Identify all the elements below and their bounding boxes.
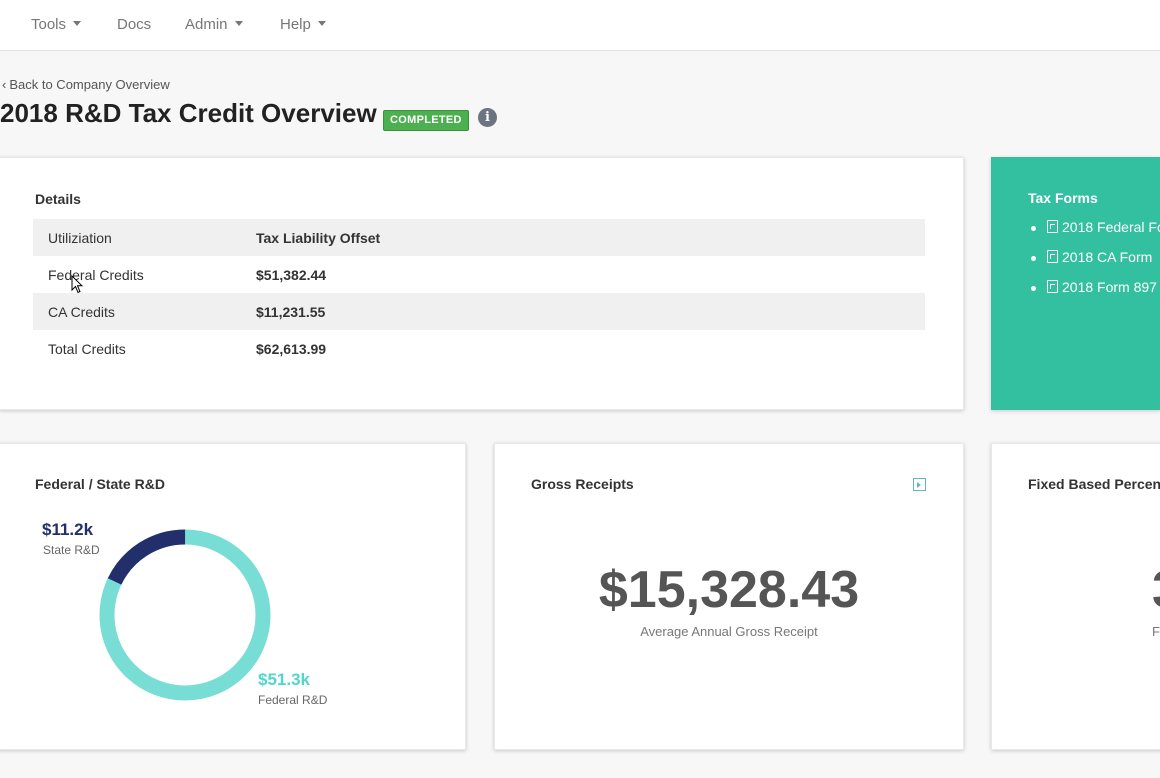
fixed-based-card: Fixed Based Percent 3 F bbox=[991, 443, 1160, 750]
caret-down-icon bbox=[73, 21, 82, 26]
top-navbar: Tools Docs Admin Help bbox=[0, 0, 1160, 51]
table-row: CA Credits $11,231.55 bbox=[33, 293, 925, 330]
row-label: CA Credits bbox=[33, 293, 256, 330]
nav-tools-label: Tools bbox=[31, 16, 67, 33]
nav-help[interactable]: Help bbox=[280, 16, 326, 33]
info-icon[interactable]: i bbox=[478, 108, 497, 127]
tax-forms-list: 2018 Federal Fo 2018 CA Form 2018 Form 8… bbox=[1031, 219, 1160, 309]
tax-form-label: 2018 Form 897 bbox=[1062, 279, 1157, 295]
federal-state-card: Federal / State R&D $11.2k State R&D $51… bbox=[0, 443, 466, 750]
tax-form-label: 2018 Federal Fo bbox=[1062, 219, 1160, 235]
caret-down-icon bbox=[234, 21, 243, 26]
federal-name-label: Federal R&D bbox=[258, 693, 328, 707]
gross-receipts-card: Gross Receipts $15,328.43 Average Annual… bbox=[494, 443, 964, 750]
donut-chart bbox=[99, 529, 271, 701]
federal-state-title: Federal / State R&D bbox=[35, 476, 165, 492]
row-value: $11,231.55 bbox=[256, 293, 925, 330]
nav-docs[interactable]: Docs bbox=[117, 16, 151, 33]
state-name-label: State R&D bbox=[43, 543, 100, 557]
federal-value-label: $51.3k bbox=[258, 670, 310, 689]
pdf-file-icon bbox=[1047, 250, 1058, 263]
gross-receipts-caption: Average Annual Gross Receipt bbox=[640, 624, 818, 639]
state-value-label: $11.2k bbox=[42, 520, 94, 539]
row-label: Total Credits bbox=[48, 340, 126, 357]
page-title: 2018 R&D Tax Credit Overview bbox=[0, 98, 377, 128]
pdf-file-icon bbox=[1047, 280, 1058, 293]
caret-down-icon bbox=[317, 21, 326, 26]
row-label: Utiliziation bbox=[33, 219, 256, 256]
expand-icon[interactable] bbox=[913, 478, 926, 491]
status-badge: COMPLETED bbox=[383, 110, 469, 131]
nav-admin[interactable]: Admin bbox=[185, 16, 243, 33]
tax-form-link[interactable]: 2018 CA Form bbox=[1031, 249, 1160, 279]
chevron-left-icon: ‹ bbox=[2, 77, 7, 92]
table-row: Utiliziation Tax Liability Offset bbox=[33, 219, 925, 256]
tax-form-label: 2018 CA Form bbox=[1062, 249, 1153, 265]
fixed-based-caption: F bbox=[1152, 624, 1160, 639]
tax-form-link[interactable]: 2018 Form 897 bbox=[1031, 279, 1160, 309]
back-to-company-link[interactable]: ‹ Back to Company Overview bbox=[2, 77, 170, 92]
tax-forms-title: Tax Forms bbox=[1028, 190, 1098, 206]
row-value: $51,382.44 bbox=[256, 266, 327, 283]
back-link-label: Back to Company Overview bbox=[9, 77, 170, 92]
nav-tools[interactable]: Tools bbox=[31, 16, 82, 33]
gross-receipts-title: Gross Receipts bbox=[531, 476, 634, 492]
row-label: Federal Credits bbox=[48, 266, 144, 283]
tax-forms-card: Tax Forms 2018 Federal Fo 2018 CA Form 2… bbox=[991, 157, 1160, 410]
details-title: Details bbox=[35, 191, 81, 207]
fixed-based-value: 3 bbox=[1152, 560, 1160, 620]
table-row: Total Credits $62,613.99 bbox=[33, 330, 925, 367]
tax-form-link[interactable]: 2018 Federal Fo bbox=[1031, 219, 1160, 249]
table-row: Federal Credits $51,382.44 bbox=[33, 256, 925, 293]
details-card: Details Utiliziation Tax Liability Offse… bbox=[0, 157, 964, 410]
nav-admin-label: Admin bbox=[185, 16, 228, 33]
pdf-file-icon bbox=[1047, 220, 1058, 233]
nav-help-label: Help bbox=[280, 16, 311, 33]
row-value: $62,613.99 bbox=[256, 340, 327, 357]
details-table: Utiliziation Tax Liability Offset Federa… bbox=[33, 219, 925, 367]
row-value: Tax Liability Offset bbox=[256, 219, 925, 256]
mouse-cursor-icon bbox=[71, 275, 83, 294]
nav-docs-label: Docs bbox=[117, 16, 152, 33]
gross-receipts-value: $15,328.43 bbox=[598, 561, 860, 619]
fixed-based-title: Fixed Based Percent bbox=[1028, 476, 1160, 492]
